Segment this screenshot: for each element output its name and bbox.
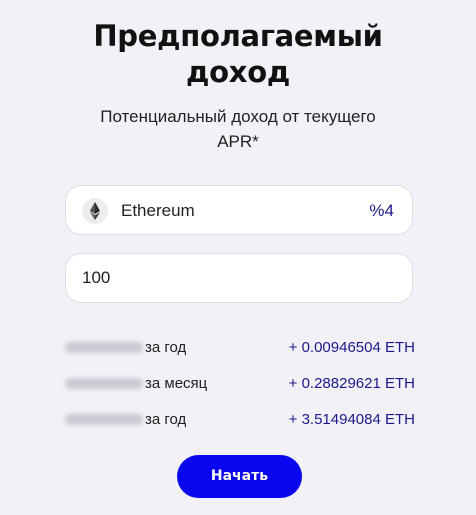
earnings-period: за месяц [145, 375, 208, 392]
asset-select[interactable]: Ethereum %4 [65, 185, 413, 235]
earnings-value: + 0.28829621 ETH [288, 375, 415, 392]
blurred-label [65, 378, 143, 389]
page-title: Предполагаемый доход [0, 18, 476, 90]
asset-name: Ethereum [121, 201, 195, 220]
ethereum-icon [82, 198, 108, 224]
asset-apr-rate: %4 [369, 201, 394, 220]
earnings-row-yearly-total: за год + 3.51494084 ETH [65, 410, 415, 430]
page-subtitle: Потенциальный доход от текущего APR* [0, 104, 476, 154]
earnings-period: за год [145, 411, 187, 428]
amount-field[interactable] [65, 253, 413, 303]
page-title-line2: доход [186, 55, 290, 89]
amount-input[interactable] [82, 266, 382, 290]
earnings-value: + 0.00946504 ETH [288, 339, 415, 356]
page-subtitle-line1: Потенциальный доход от текущего [100, 107, 376, 126]
earnings-period: за год [145, 339, 187, 356]
earnings-value: + 3.51494084 ETH [288, 411, 415, 428]
earnings-row-yearly: за год + 0.00946504 ETH [65, 338, 415, 358]
blurred-label [65, 342, 143, 353]
page-subtitle-line2: APR* [217, 132, 259, 151]
start-button[interactable]: Начать [177, 455, 302, 498]
page-title-line1: Предполагаемый [93, 19, 383, 53]
blurred-label [65, 414, 143, 425]
earnings-row-monthly: за месяц + 0.28829621 ETH [65, 374, 415, 394]
